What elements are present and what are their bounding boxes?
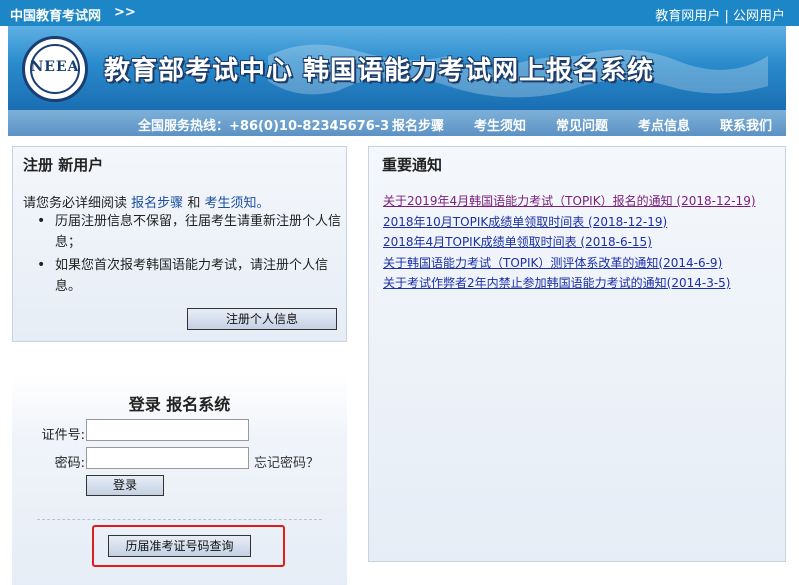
- list-item: 历届注册信息不保留，往届考生请重新注册个人信息；: [37, 211, 342, 253]
- candidate-notes-link[interactable]: 考生须知。: [204, 196, 269, 211]
- service-hotline: 全国服务热线：+86(0)10-82345676-3: [138, 119, 390, 134]
- registration-steps-link[interactable]: 报名步骤: [131, 196, 183, 211]
- nav-bar: 全国服务热线：+86(0)10-82345676-3 报名步骤 考生须知 常见问…: [8, 110, 786, 136]
- forgot-password-link[interactable]: 忘记密码？: [254, 452, 319, 471]
- register-title: 注册 新用户: [23, 156, 104, 174]
- login-title: 登录 报名系统: [128, 395, 231, 414]
- top-bar: 中国教育考试网 >> 教育网用户 | 公网用户: [0, 0, 799, 26]
- edu-network-user-link[interactable]: 教育网用户: [655, 9, 720, 24]
- notice-link[interactable]: 关于韩国语能力考试（TOPIK）测评体系改革的通知(2014-6-9): [383, 253, 783, 274]
- divider: [37, 519, 322, 520]
- nav-contact-us[interactable]: 联系我们: [720, 115, 772, 134]
- login-button[interactable]: 登录: [86, 475, 164, 496]
- id-number-label: 证件号:: [41, 428, 85, 443]
- neea-logo: NEEA: [22, 36, 88, 102]
- list-item: 如果您首次报考韩国语能力考试，请注册个人信息。: [37, 255, 342, 297]
- notice-link[interactable]: 关于考试作弊者2年内禁止参加韩国语能力考试的通知(2014-3-5): [383, 273, 783, 294]
- breadcrumb-arrows: >>: [114, 5, 136, 20]
- highlight-box: [92, 525, 285, 567]
- password-label: 密码:: [54, 456, 85, 471]
- public-network-user-link[interactable]: 公网用户: [733, 9, 785, 24]
- id-number-input[interactable]: [86, 419, 249, 441]
- nav-candidate-notes[interactable]: 考生须知: [474, 115, 526, 134]
- separator: |: [724, 9, 729, 24]
- register-panel: 注册 新用户 请您务必详细阅读 报名步骤 和 考生须知。 历届注册信息不保留，往…: [12, 146, 347, 342]
- notice-list: 关于2019年4月韩国语能力考试（TOPIK）报名的通知 (2018-12-19…: [383, 191, 783, 294]
- notice-link[interactable]: 2018年4月TOPIK成绩单领取时间表 (2018-6-15): [383, 232, 783, 253]
- site-brand-link[interactable]: 中国教育考试网: [10, 5, 101, 24]
- notice-link[interactable]: 2018年10月TOPIK成绩单领取时间表 (2018-12-19): [383, 212, 783, 233]
- user-type-switch: 教育网用户 | 公网用户: [655, 5, 785, 24]
- notice-title: 重要通知: [382, 156, 443, 174]
- notice-link[interactable]: 关于2019年4月韩国语能力考试（TOPIK）报名的通知 (2018-12-19…: [383, 191, 783, 212]
- system-title: 教育部考试中心 韩国语能力考试网上报名系统: [104, 56, 655, 86]
- nav-registration-steps[interactable]: 报名步骤: [392, 115, 444, 134]
- nav-test-center-info[interactable]: 考点信息: [638, 115, 690, 134]
- register-button[interactable]: 注册个人信息: [187, 308, 337, 330]
- register-bullets: 历届注册信息不保留，往届考生请重新注册个人信息； 如果您首次报考韩国语能力考试，…: [37, 211, 342, 299]
- notice-panel: 重要通知 关于2019年4月韩国语能力考试（TOPIK）报名的通知 (2018-…: [368, 146, 786, 562]
- nav-faq[interactable]: 常见问题: [556, 115, 608, 134]
- register-intro: 请您务必详细阅读 报名步骤 和 考生须知。: [23, 196, 270, 211]
- header-banner: NEEA 教育部考试中心 韩国语能力考试网上报名系统: [8, 26, 786, 110]
- password-input[interactable]: [86, 447, 249, 469]
